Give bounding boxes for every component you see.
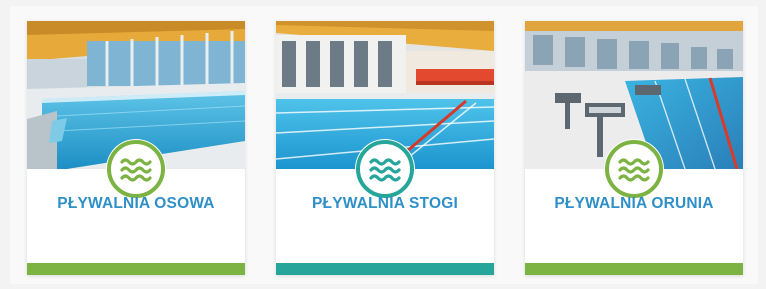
waves-icon: [106, 139, 166, 199]
accent-bar: [27, 263, 245, 275]
pool-title-stogi[interactable]: PŁYWALNIA STOGI: [276, 195, 494, 213]
waves-icon: [604, 139, 664, 199]
pool-card-stogi[interactable]: PŁYWALNIA STOGI: [276, 21, 494, 275]
pool-title-osowa[interactable]: PŁYWALNIA OSOWA: [27, 195, 245, 213]
pool-card-orunia[interactable]: PŁYWALNIA ORUNIA: [525, 21, 743, 275]
accent-bar: [276, 263, 494, 275]
accent-bar: [525, 263, 743, 275]
waves-icon: [355, 139, 415, 199]
pool-card-osowa[interactable]: PŁYWALNIA OSOWA: [27, 21, 245, 275]
pool-title-orunia[interactable]: PŁYWALNIA ORUNIA: [525, 195, 743, 213]
pools-section: PŁYWALNIA OSOWA PŁYWALNIA STOGI PŁYWALNI…: [10, 6, 758, 284]
